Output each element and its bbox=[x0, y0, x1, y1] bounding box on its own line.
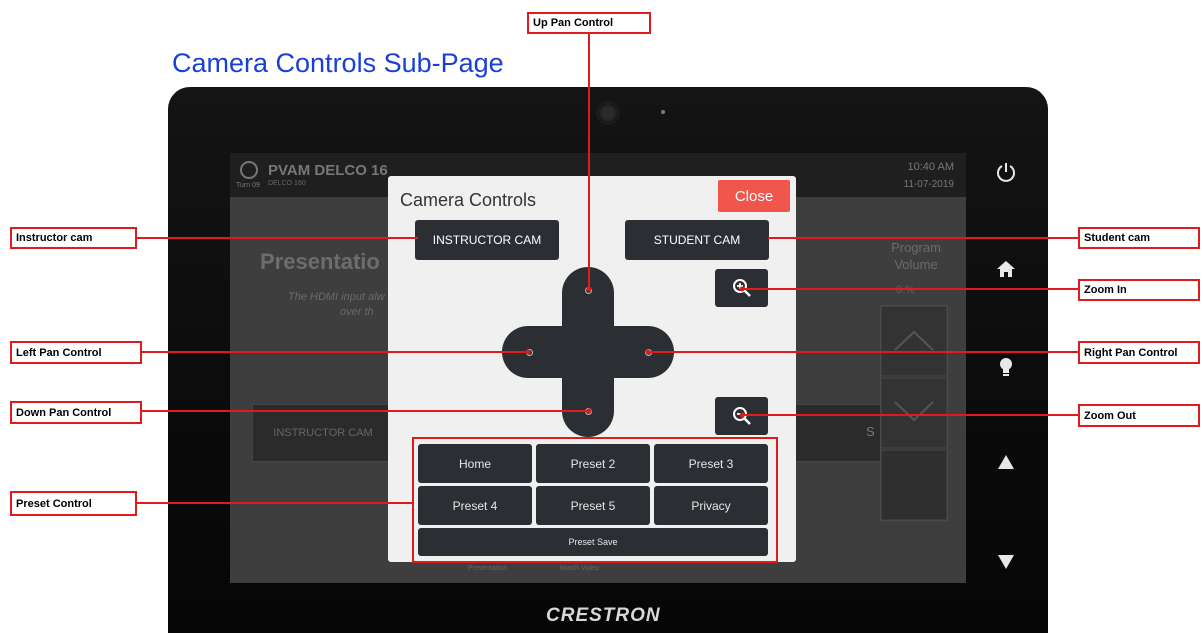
callout-instructor-cam: Instructor cam bbox=[10, 227, 137, 249]
callout-student-cam: Student cam bbox=[1078, 227, 1200, 249]
callout-zoom-in: Zoom In bbox=[1078, 279, 1200, 301]
callout-up-pan: Up Pan Control bbox=[527, 12, 651, 34]
callout-zoom-out: Zoom Out bbox=[1078, 404, 1200, 427]
callout-down-pan: Down Pan Control bbox=[10, 401, 142, 424]
callout-lines bbox=[136, 34, 1078, 563]
callout-left-pan: Left Pan Control bbox=[10, 341, 142, 364]
callout-right-pan: Right Pan Control bbox=[1078, 341, 1200, 364]
callout-preset-control: Preset Control bbox=[10, 491, 137, 516]
